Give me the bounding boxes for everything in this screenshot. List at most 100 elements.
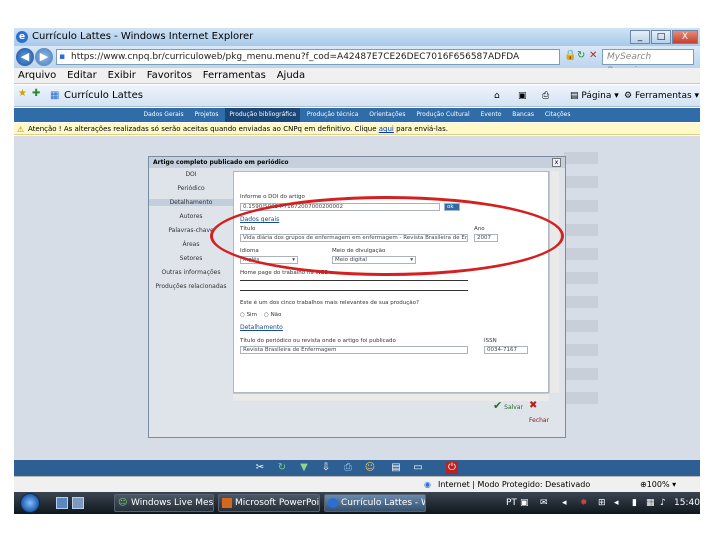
antivirus-icon[interactable]: ✸	[580, 492, 588, 514]
back-button[interactable]: ◀	[16, 48, 34, 66]
x-icon: ✖	[529, 400, 538, 411]
form-vertical-scrollbar[interactable]	[549, 171, 559, 393]
ie-icon	[328, 498, 338, 508]
menu-ajuda[interactable]: Ajuda	[273, 68, 309, 84]
page-menu-label: Página	[581, 91, 612, 101]
switch-windows-icon[interactable]	[72, 497, 84, 509]
zoom-control[interactable]: ⊕100% ▾	[640, 477, 676, 493]
address-bar[interactable]: ▪ https://www.cnpq.br/curriculoweb/pkg_m…	[56, 49, 560, 65]
homepage-input[interactable]	[240, 280, 468, 281]
nav-doi[interactable]: DOI	[149, 171, 233, 178]
taskbar-powerpoint[interactable]: Microsoft PowerPoin...	[218, 494, 320, 512]
save-page-icon[interactable]: ▼	[298, 462, 310, 474]
dialog-title: Artigo completo publicado em periódico	[149, 157, 565, 168]
tools-menu[interactable]: ⚙ Ferramentas ▾	[624, 88, 699, 104]
page-menu[interactable]: ▤ Página ▾	[570, 88, 619, 104]
taskbar-curriculo[interactable]: Currículo Lattes - Wi...	[324, 494, 426, 512]
dialog-close-button[interactable]: x	[552, 158, 561, 167]
bg-row	[564, 296, 598, 308]
home-icon[interactable]: ⌂	[494, 88, 500, 104]
bg-row	[564, 344, 598, 356]
nav-outras-informacoes[interactable]: Outras informações	[149, 269, 233, 276]
clock[interactable]: 15:40	[674, 492, 700, 514]
start-button[interactable]	[20, 493, 40, 513]
lock-icon[interactable]: 🔒	[564, 50, 576, 61]
menu-exibir[interactable]: Exibir	[104, 68, 140, 84]
radio-nao[interactable]: ○ Não	[264, 312, 281, 318]
nav-detalhamento[interactable]: Detalhamento	[149, 199, 233, 206]
export-icon[interactable]: ⇩	[320, 462, 332, 474]
feeds-icon[interactable]: ▣	[518, 88, 527, 104]
bg-row	[564, 320, 598, 332]
signal-icon[interactable]: ▮	[632, 492, 637, 514]
bg-row	[564, 248, 598, 260]
nav-projetos[interactable]: Projetos	[190, 108, 222, 122]
zoom-level: 100%	[646, 480, 670, 489]
close-dialog-label: Fechar	[529, 417, 550, 424]
nav-producao-cultural[interactable]: Produção Cultural	[412, 108, 473, 122]
print-icon[interactable]: ⎙	[542, 88, 549, 104]
print-page-icon[interactable]: ⎙	[342, 462, 354, 474]
tab-curriculo-lattes[interactable]: ▦ Currículo Lattes	[50, 88, 143, 104]
warning-bar: ⚠ Atenção ! As alterações realizadas só …	[14, 123, 700, 135]
radio-sim[interactable]: ○ Sim	[240, 312, 257, 318]
radio-sim-label: Sim	[246, 312, 257, 318]
users-icon[interactable]: ☺	[364, 462, 376, 474]
copy-icon[interactable]: ▭	[412, 462, 424, 474]
detalhamento-heading: Detalhamento	[240, 324, 283, 331]
save-button[interactable]: ✔ Salvar	[493, 399, 523, 413]
nav-producao-bibliografica[interactable]: Produção bibliográfica	[225, 108, 301, 122]
show-desktop-icon[interactable]	[56, 497, 68, 509]
network-icon[interactable]: ⊞	[598, 492, 606, 514]
language-indicator[interactable]: PT	[506, 492, 517, 514]
add-favorite-icon[interactable]: ✚	[32, 88, 40, 99]
tray-arrow-icon[interactable]: ◂	[562, 492, 567, 514]
nav-orientacoes[interactable]: Orientações	[365, 108, 409, 122]
forward-button[interactable]: ▶	[35, 48, 53, 66]
tools-icon[interactable]: ✂	[254, 462, 266, 474]
menu-ferramentas[interactable]: Ferramentas	[199, 68, 270, 84]
nav-setores[interactable]: Setores	[149, 255, 233, 262]
menu-editar[interactable]: Editar	[63, 68, 101, 84]
refresh-icon[interactable]: ↻	[577, 50, 585, 61]
favorites-star-icon[interactable]: ★	[18, 88, 27, 99]
menu-bar: Arquivo Editar Exibir Favoritos Ferramen…	[14, 68, 700, 84]
nav-evento[interactable]: Evento	[477, 108, 506, 122]
ie-logo-icon: e	[16, 31, 28, 43]
tray-arrow-icon[interactable]: ◂	[614, 492, 619, 514]
tab-page-icon: ▦	[50, 90, 60, 101]
status-bar: ◉ Internet | Modo Protegido: Desativado …	[14, 476, 700, 492]
nav-periodico[interactable]: Periódico	[149, 185, 233, 192]
warning-link[interactable]: aqui	[379, 125, 394, 133]
periodico-input[interactable]: Revista Brasileira de Enfermagem	[240, 346, 468, 354]
nav-producoes-relacionadas[interactable]: Produções relacionadas	[149, 283, 233, 290]
issn-input[interactable]: 0034-7167	[484, 346, 528, 354]
nav-autores[interactable]: Autores	[149, 213, 233, 220]
nav-dados-gerais[interactable]: Dados Gerais	[139, 108, 187, 122]
bg-row	[564, 224, 598, 236]
menu-arquivo[interactable]: Arquivo	[14, 68, 60, 84]
tab-label: Currículo Lattes	[64, 90, 143, 101]
close-window-button[interactable]: X	[672, 30, 698, 44]
minimize-button[interactable]: _	[630, 30, 650, 44]
mail-icon[interactable]: ✉	[540, 492, 548, 514]
periodico-label: Título do periódico ou revista onde o ar…	[240, 338, 396, 344]
menu-favoritos[interactable]: Favoritos	[143, 68, 196, 84]
document-icon[interactable]: ▤	[390, 462, 402, 474]
stop-icon[interactable]: ✕	[589, 50, 597, 61]
nav-producao-tecnica[interactable]: Produção técnica	[303, 108, 362, 122]
nav-citacoes[interactable]: Citações	[541, 108, 575, 122]
search-input[interactable]: MySearch Pesquisar	[602, 49, 694, 76]
network-status-icon[interactable]: ▦	[646, 492, 655, 514]
volume-icon[interactable]: ♪	[660, 492, 666, 514]
tools-menu-label: Ferramentas	[634, 91, 692, 101]
close-dialog-button[interactable]: ✖ Fechar	[529, 399, 559, 424]
taskbar-messenger[interactable]: ☺Windows Live Messe...	[114, 494, 214, 512]
nav-bancas[interactable]: Bancas	[508, 108, 538, 122]
taskbar-messenger-label: Windows Live Messe...	[131, 498, 214, 508]
refresh-page-icon[interactable]: ↻	[276, 462, 288, 474]
tray-icon-1[interactable]: ▣	[520, 492, 529, 514]
maximize-button[interactable]: □	[651, 30, 671, 44]
bg-row	[564, 392, 598, 404]
exit-icon[interactable]: ⏻	[446, 462, 458, 474]
